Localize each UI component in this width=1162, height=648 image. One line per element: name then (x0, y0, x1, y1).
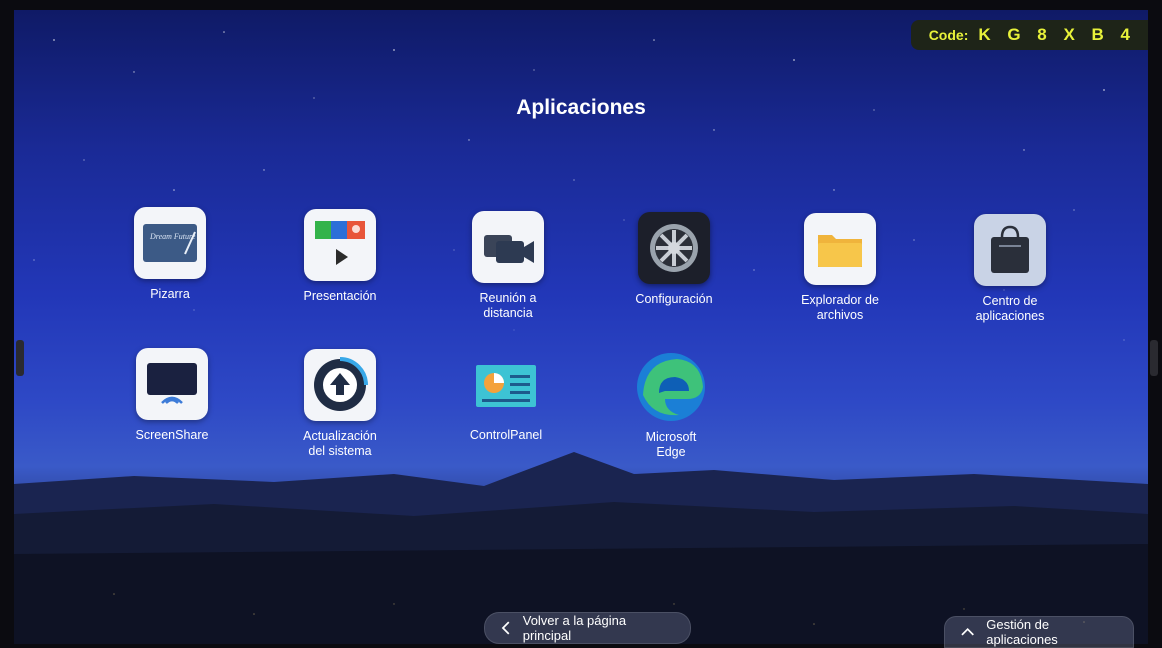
app-label-2: del sistema (308, 444, 372, 458)
page-title: Aplicaciones (516, 96, 646, 119)
app-label: Reunión a (479, 291, 537, 305)
app-label: Actualización (303, 429, 377, 443)
app-label: Centro de (982, 294, 1038, 308)
app-controlpanel[interactable]: ControlPanel (436, 352, 576, 443)
app-label: ScreenShare (135, 428, 209, 442)
back-to-home-button[interactable]: Volver a la página principal (484, 612, 691, 644)
svg-text:Dream Future: Dream Future (149, 232, 196, 241)
app-presentacion[interactable]: Presentación (270, 209, 410, 304)
edge-browser-icon (637, 353, 705, 421)
settings-wheel-icon (650, 224, 698, 272)
app-microsoft-edge[interactable]: Microsoft Edge (601, 350, 741, 460)
app-label: ControlPanel (469, 428, 543, 442)
app-reunion-a-distancia[interactable]: Reunión a distancia (438, 211, 578, 321)
app-store-bag-icon (991, 225, 1029, 273)
system-update-icon (314, 357, 368, 411)
app-explorador-de-archivos[interactable]: Explorador de archivos (770, 213, 910, 323)
app-label-2: aplicaciones (975, 309, 1045, 323)
app-label: Configuración (635, 292, 713, 306)
chevron-left-icon (501, 621, 510, 635)
app-management-button[interactable]: Gestión de aplicaciones (944, 616, 1134, 648)
screenshare-icon (147, 363, 197, 404)
presentation-icon (315, 221, 365, 265)
back-to-home-label: Volver a la página principal (522, 613, 627, 643)
left-edge-handle[interactable] (16, 340, 24, 376)
app-pizarra[interactable]: Dream Future Pizarra (100, 207, 240, 302)
right-edge-handle[interactable] (1150, 340, 1158, 376)
code-label: Code: (928, 27, 969, 43)
app-centro-de-aplicaciones[interactable]: Centro de aplicaciones (940, 214, 1080, 324)
app-label-2: Edge (656, 445, 686, 459)
app-label: Microsoft (645, 430, 697, 444)
app-screenshare[interactable]: ScreenShare (102, 348, 242, 443)
video-meeting-icon (484, 235, 534, 263)
folder-icon (818, 235, 862, 267)
code-value: K G 8 X B 4 (978, 25, 1136, 44)
app-management-label: Gestión de aplicaciones (986, 617, 1058, 647)
app-label: Explorador de (801, 293, 879, 307)
app-label-2: archivos (816, 308, 864, 322)
whiteboard-icon: Dream Future (143, 224, 197, 262)
app-label-2: distancia (483, 306, 533, 320)
chevron-up-icon (961, 627, 974, 636)
code-badge: Code: K G 8 X B 4 (910, 20, 1148, 50)
control-panel-icon (476, 365, 536, 407)
app-label: Pizarra (150, 287, 190, 301)
app-label: Presentación (303, 289, 377, 303)
app-configuracion[interactable]: Configuración (604, 212, 744, 307)
app-actualizacion-del-sistema[interactable]: Actualización del sistema (270, 349, 410, 459)
